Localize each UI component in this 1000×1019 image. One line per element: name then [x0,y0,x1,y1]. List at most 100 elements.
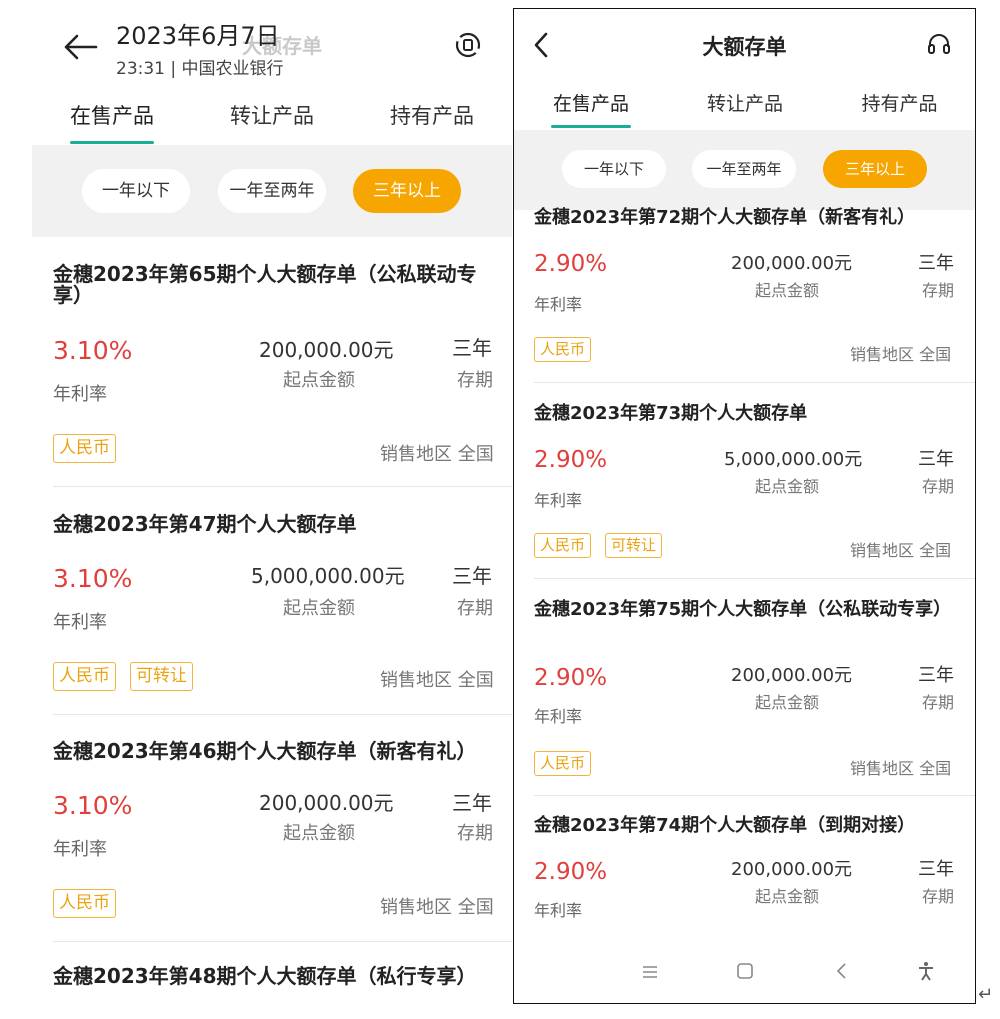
product-title: 金穗2023年第46期个人大额存单（新客有礼） [53,739,477,763]
product-card[interactable]: 金穗2023年第65期个人大额存单（公私联动专享） 3.10% 年利率 200,… [32,264,512,486]
term-label: 存期 [457,823,493,844]
term-label: 存期 [922,693,955,712]
currency-tag: 人民币 [53,662,116,691]
sales-region: 销售地区 全国 [380,670,494,691]
currency-tag: 人民币 [534,751,592,776]
term-value: 三年 [452,791,492,815]
share-refresh-icon[interactable] [454,31,482,59]
return-mark: ↵ [978,984,994,1005]
product-card[interactable]: 金穗2023年第72期个人大额存单（新客有礼） 2.90% 年利率 200,00… [514,207,975,381]
divider [534,578,975,579]
tab-label: 在售产品 [70,104,154,128]
filter-one-to-two-years[interactable]: 一年至两年 [692,150,796,188]
left-screenshot: 大额存单 2023年6月7日 23:31 | 中国农业银行 在售产品 转让产品 … [32,0,512,1019]
annual-rate-label: 年利率 [53,384,107,405]
tab-label: 转让产品 [706,93,783,115]
filter-under-one-year[interactable]: 一年以下 [82,169,190,213]
min-amount-label: 起点金额 [755,887,820,906]
product-title: 金穗2023年第72期个人大额存单（新客有礼） [534,207,916,228]
home-icon[interactable] [733,961,757,985]
product-card[interactable]: 金穗2023年第47期个人大额存单 3.10% 年利率 5,000,000.00… [32,514,512,714]
tab-transfer[interactable]: 转让产品 [192,100,352,130]
term-label: 存期 [922,477,955,496]
share-time-source: 23:31 | 中国农业银行 [116,59,284,79]
min-amount: 200,000.00元 [259,338,394,362]
term-value: 三年 [918,449,954,470]
annual-rate: 3.10% [53,564,133,593]
tag-row: 人民币 [534,337,605,362]
currency-tag: 人民币 [534,337,592,362]
tab-label: 持有产品 [861,93,938,115]
tab-label: 在售产品 [552,93,629,115]
min-amount: 5,000,000.00元 [724,449,863,470]
product-title: 金穗2023年第75期个人大额存单（公私联动专享） [534,599,952,620]
product-title: 金穗2023年第73期个人大额存单 [534,403,808,424]
active-tab-underline [70,141,154,144]
tab-transfer[interactable]: 转让产品 [668,89,822,116]
tab-label: 转让产品 [230,104,314,128]
annual-rate-label: 年利率 [534,295,583,314]
annual-rate: 3.10% [53,791,133,820]
filter-under-one-year[interactable]: 一年以下 [562,150,666,188]
tag-row: 人民币 可转让 [53,662,207,691]
tag-row: 人民币 可转让 [534,533,676,558]
back-arrow-icon[interactable] [62,32,98,62]
filter-one-to-two-years[interactable]: 一年至两年 [218,169,326,213]
term-filter-bar: 一年以下 一年至两年 三年以上 [32,145,512,237]
product-tabs: 在售产品 转让产品 持有产品 [514,89,975,128]
term-label: 存期 [922,887,955,906]
tab-on-sale[interactable]: 在售产品 [32,100,192,144]
accessibility-icon[interactable] [914,961,938,985]
tab-label: 持有产品 [390,104,474,128]
min-amount: 200,000.00元 [731,253,853,274]
sales-region: 销售地区 全国 [850,345,952,364]
tab-on-sale[interactable]: 在售产品 [514,89,668,128]
annual-rate-label: 年利率 [534,707,583,726]
menu-icon[interactable] [638,961,662,985]
divider [53,941,512,942]
transferable-tag: 可转让 [605,533,663,558]
transferable-tag: 可转让 [130,662,193,691]
min-amount-label: 起点金额 [283,598,355,619]
share-date: 2023年6月7日 [116,22,280,50]
currency-tag: 人民币 [53,434,116,463]
tag-row: 人民币 [534,751,605,776]
term-label: 存期 [457,370,493,391]
product-card[interactable]: 金穗2023年第48期个人大额存单（私行专享） [32,966,512,1019]
divider [53,486,512,487]
annual-rate: 3.10% [53,336,133,365]
divider [534,795,975,796]
term-value: 三年 [452,336,492,360]
annual-rate-label: 年利率 [534,901,583,920]
min-amount: 200,000.00元 [731,665,853,686]
currency-tag: 人民币 [53,889,116,918]
back-icon[interactable] [830,961,854,985]
filter-three-years-plus[interactable]: 三年以上 [823,150,927,188]
page-title: 大额存单 [702,35,787,59]
min-amount-label: 起点金额 [755,693,820,712]
tag-row: 人民币 [53,434,130,463]
annual-rate: 2.90% [534,859,608,885]
term-label: 存期 [457,598,493,619]
filter-three-years-plus[interactable]: 三年以上 [353,169,461,213]
min-amount-label: 起点金额 [755,477,820,496]
product-card[interactable]: 金穗2023年第46期个人大额存单（新客有礼） 3.10% 年利率 200,00… [32,741,512,941]
sales-region: 销售地区 全国 [850,759,952,778]
annual-rate-label: 年利率 [534,491,583,510]
tab-holdings[interactable]: 持有产品 [822,89,975,116]
min-amount-label: 起点金额 [755,281,820,300]
product-card[interactable]: 金穗2023年第74期个人大额存单（到期对接） 2.90% 年利率 200,00… [514,816,975,957]
min-amount-label: 起点金额 [283,823,355,844]
term-value: 三年 [452,564,492,588]
min-amount: 200,000.00元 [731,859,853,880]
min-amount-label: 起点金额 [283,370,355,391]
term-value: 三年 [918,859,954,880]
divider [534,382,975,383]
product-card[interactable]: 金穗2023年第73期个人大额存单 2.90% 年利率 5,000,000.00… [514,403,975,577]
sales-region: 销售地区 全国 [850,541,952,560]
tab-holdings[interactable]: 持有产品 [352,100,512,130]
product-card[interactable]: 金穗2023年第75期个人大额存单（公私联动专享） 2.90% 年利率 200,… [514,599,975,795]
product-title: 金穗2023年第65期个人大额存单（公私联动专享） [53,262,477,307]
headset-icon[interactable] [926,31,952,57]
sales-region: 销售地区 全国 [380,897,494,918]
